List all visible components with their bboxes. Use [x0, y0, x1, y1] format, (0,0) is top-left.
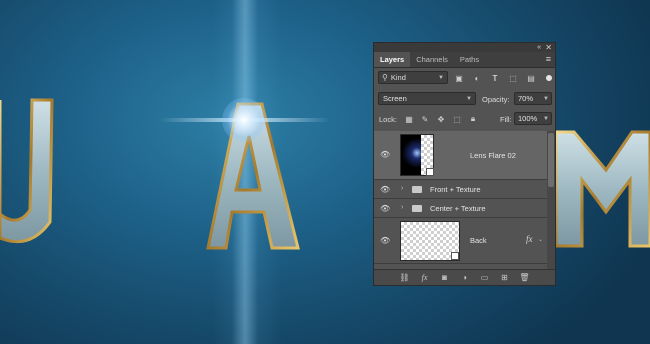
- layers-panel: « ✕ Layers Channels Paths ≡ ⚲ Kind ▼ ▣ ◐…: [373, 42, 556, 286]
- pixel-filter-icon[interactable]: ▣: [454, 73, 464, 83]
- layer-name: Center + Texture: [430, 204, 486, 213]
- search-icon: ⚲: [382, 73, 388, 82]
- chevron-right-icon[interactable]: ›: [401, 185, 403, 192]
- letter-u: [0, 98, 54, 243]
- lock-row: Lock: ▦ ✎ ✥ ⬚ 🔒︎ Fill: 100% ▼: [374, 111, 557, 127]
- collapse-arrows-icon[interactable]: «: [537, 43, 541, 52]
- lock-position-icon[interactable]: ✥: [436, 114, 446, 124]
- chevron-down-icon[interactable]: ⌄: [538, 236, 543, 243]
- tab-layers[interactable]: Layers: [374, 52, 411, 67]
- trash-icon[interactable]: 🗑︎: [519, 273, 531, 282]
- lens-flare: [222, 98, 266, 142]
- chevron-right-icon[interactable]: ›: [401, 204, 403, 211]
- kind-filter-label: Kind: [390, 73, 406, 82]
- link-icon[interactable]: ⛓︎: [399, 273, 411, 282]
- mask-icon[interactable]: ◙: [439, 273, 451, 282]
- close-icon[interactable]: ✕: [545, 43, 552, 52]
- layer-row-back[interactable]: 👁︎ Back fx ⌄: [374, 218, 549, 264]
- layer-row-center-texture[interactable]: 👁︎ › Center + Texture: [374, 199, 549, 218]
- layers-bottom-bar: ⛓︎ fx ◙ ◑ ▭ ⊞ 🗑︎: [374, 269, 555, 285]
- smart-object-icon: [426, 168, 434, 176]
- adjustment-filter-icon[interactable]: ◐: [472, 73, 482, 83]
- filter-toggle-icon[interactable]: [546, 75, 552, 81]
- tab-channels[interactable]: Channels: [410, 52, 454, 67]
- kind-filter-select[interactable]: ⚲ Kind ▼: [378, 71, 448, 84]
- lock-transparent-icon[interactable]: ▦: [404, 114, 414, 124]
- shape-filter-icon[interactable]: ⬚: [508, 73, 518, 83]
- opacity-field[interactable]: 70% ▼: [514, 92, 552, 105]
- blend-mode-select[interactable]: Screen ▼: [378, 92, 476, 105]
- scrollbar-thumb[interactable]: [548, 133, 554, 187]
- fill-label: Fill:: [500, 115, 512, 124]
- blend-row: Screen ▼ Opacity: 70% ▼: [374, 91, 557, 107]
- layer-fx-badge[interactable]: fx: [526, 234, 533, 244]
- chevron-down-icon: ▼: [543, 95, 549, 102]
- filter-row: ⚲ Kind ▼ ▣ ◐ T ⬚ ▤: [374, 70, 557, 86]
- eye-icon[interactable]: 👁︎: [380, 150, 390, 160]
- fx-icon[interactable]: fx: [419, 273, 431, 282]
- panel-titlebar[interactable]: « ✕: [374, 43, 555, 52]
- smart-object-filter-icon[interactable]: ▤: [526, 73, 536, 83]
- opacity-value: 70%: [518, 94, 534, 103]
- blend-mode-value: Screen: [383, 94, 407, 103]
- layer-name: Front + Texture: [430, 185, 481, 194]
- letter-m: [554, 130, 650, 248]
- opacity-label: Opacity:: [482, 95, 510, 104]
- folder-icon: [412, 186, 422, 193]
- eye-icon[interactable]: 👁︎: [380, 204, 390, 214]
- chevron-down-icon: ▼: [466, 95, 472, 102]
- smart-object-icon: [451, 252, 459, 260]
- layers-scrollbar[interactable]: [547, 131, 555, 269]
- panel-tabs: Layers Channels Paths ≡: [374, 52, 555, 68]
- fill-value: 100%: [518, 114, 538, 123]
- eye-icon[interactable]: 👁︎: [380, 185, 390, 195]
- layer-row-lens-flare[interactable]: 👁︎ Lens Flare 02: [374, 131, 549, 180]
- lock-all-icon[interactable]: 🔒︎: [468, 114, 478, 124]
- lock-label: Lock:: [379, 115, 397, 124]
- lock-pixels-icon[interactable]: ✎: [420, 114, 430, 124]
- chevron-down-icon: ▼: [543, 115, 549, 122]
- folder-icon: [412, 205, 422, 212]
- fill-field[interactable]: 100% ▼: [514, 112, 552, 125]
- tab-paths[interactable]: Paths: [454, 52, 485, 67]
- layers-list: 👁︎ Lens Flare 02 👁︎ › Front + Texture 👁︎…: [374, 131, 549, 269]
- layer-row-front-texture[interactable]: 👁︎ › Front + Texture: [374, 180, 549, 199]
- new-layer-icon[interactable]: ⊞: [499, 273, 511, 282]
- adjustment-icon[interactable]: ◑: [459, 273, 471, 282]
- eye-icon[interactable]: 👁︎: [380, 236, 390, 246]
- layer-name: Lens Flare 02: [470, 151, 516, 160]
- panel-menu-icon[interactable]: ≡: [546, 55, 551, 64]
- chevron-down-icon: ▼: [438, 74, 444, 81]
- lock-artboard-icon[interactable]: ⬚: [452, 114, 462, 124]
- type-filter-icon[interactable]: T: [490, 73, 500, 83]
- layer-name: Back: [470, 236, 487, 245]
- folder-icon[interactable]: ▭: [479, 273, 491, 282]
